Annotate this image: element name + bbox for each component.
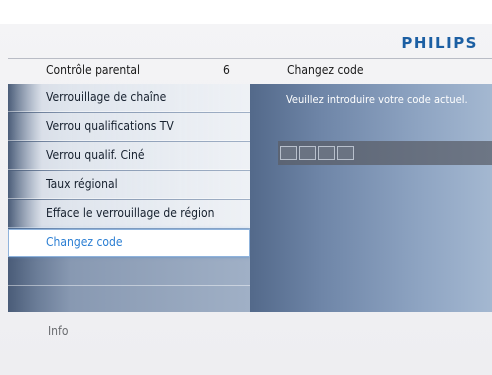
- brand-logo: PHILIPS: [401, 34, 478, 52]
- code-digit-box: [299, 146, 316, 160]
- left-menu-panel: Verrouillage de chaîne Verrou qualificat…: [8, 84, 250, 312]
- menu-item-label: Changez code: [46, 235, 123, 249]
- code-entry-field[interactable]: [278, 141, 492, 165]
- menu-item-label: Verrou qualif. Ciné: [46, 148, 145, 162]
- menu-item-empty: [8, 258, 250, 286]
- top-band: [0, 0, 492, 24]
- instruction-text: Veuillez introduire votre code actuel.: [286, 93, 468, 106]
- menu-item-label: Efface le verrouillage de région: [46, 206, 215, 220]
- menu-item-label: Verrouillage de chaîne: [46, 90, 167, 104]
- submenu-title: Changez code: [287, 63, 364, 77]
- menu-item-efface-verrouillage-region[interactable]: Efface le verrouillage de région: [8, 200, 250, 228]
- tv-menu-screen: PHILIPS Contrôle parental 6 Changez code…: [0, 0, 492, 375]
- code-digit-box: [337, 146, 354, 160]
- menu-item-label: Verrou qualifications TV: [46, 119, 174, 133]
- menu-item-verrou-qualif-cine[interactable]: Verrou qualif. Ciné: [8, 142, 250, 170]
- right-content-panel: Veuillez introduire votre code actuel.: [250, 84, 492, 312]
- menu-item-verrouillage-chaine[interactable]: Verrouillage de chaîne: [8, 84, 250, 112]
- menu-title: Contrôle parental: [46, 63, 141, 77]
- info-label[interactable]: Info: [48, 324, 68, 338]
- header-divider: [8, 58, 492, 59]
- menu-item-empty: [8, 285, 250, 312]
- menu-item-verrou-qualifications-tv[interactable]: Verrou qualifications TV: [8, 113, 250, 141]
- menu-item-changez-code[interactable]: Changez code: [8, 229, 250, 257]
- code-digit-box: [280, 146, 297, 160]
- menu-item-label: Taux régional: [46, 177, 118, 191]
- menu-count: 6: [223, 63, 230, 77]
- code-digit-box: [318, 146, 335, 160]
- menu-item-taux-regional[interactable]: Taux régional: [8, 171, 250, 199]
